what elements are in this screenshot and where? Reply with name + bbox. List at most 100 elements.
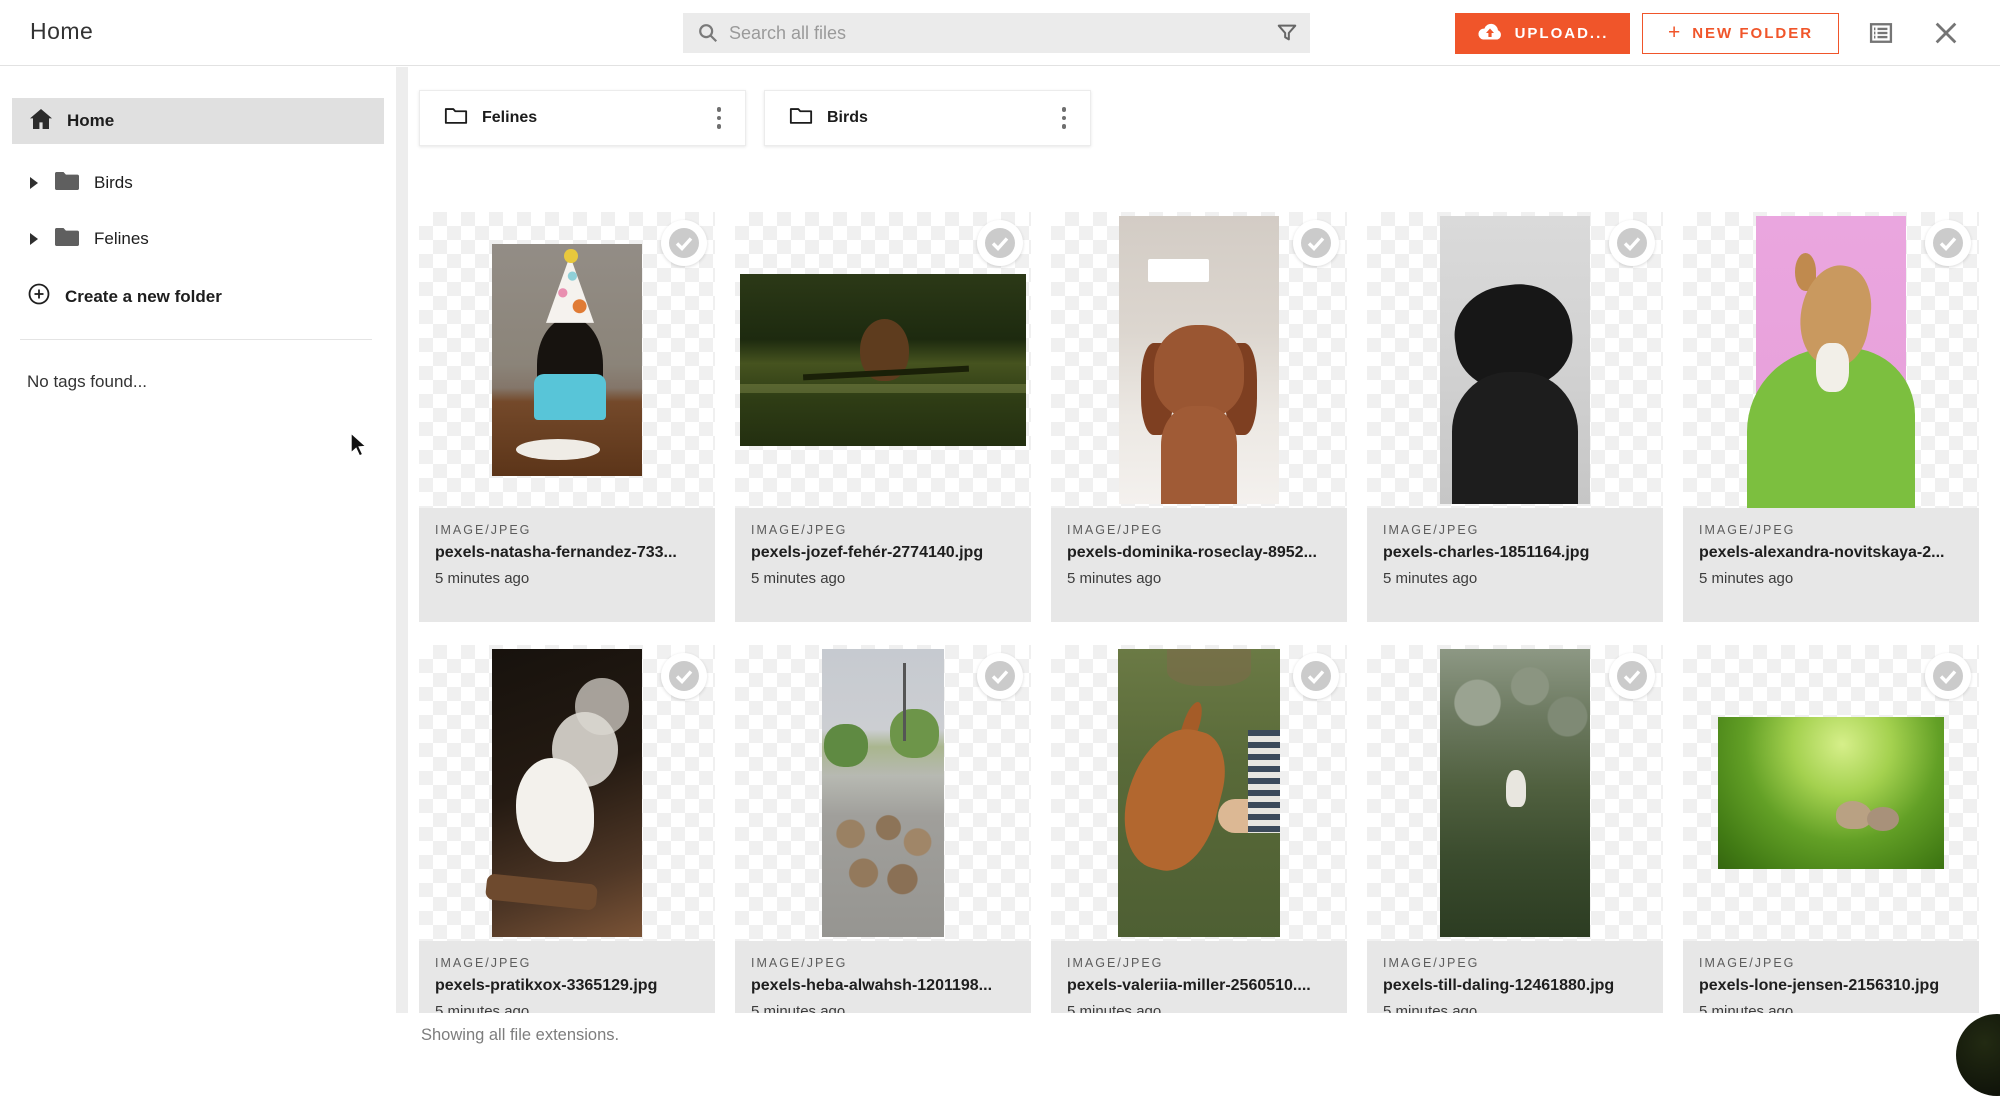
file-thumbnail: [1051, 645, 1347, 941]
file-time: 5 minutes ago: [1699, 570, 1963, 587]
sidebar: Home Birds Felines Create a new folder N…: [0, 67, 396, 1058]
file-type: IMAGE/JPEG: [435, 956, 699, 970]
file-type: IMAGE/JPEG: [435, 523, 699, 537]
kebab-menu-icon[interactable]: [1056, 101, 1073, 135]
file-name: pexels-alexandra-novitskaya-2...: [1699, 544, 1963, 562]
file-time: 5 minutes ago: [1067, 570, 1331, 587]
kebab-menu-icon[interactable]: [711, 101, 728, 135]
no-tags-message: No tags found...: [27, 372, 396, 392]
file-thumbnail: [735, 212, 1031, 508]
folder-name: Birds: [827, 109, 1042, 127]
file-meta: IMAGE/JPEG pexels-natasha-fernandez-733.…: [419, 508, 715, 622]
file-name: pexels-jozef-fehér-2774140.jpg: [751, 544, 1015, 562]
file-name: pexels-pratikxox-3365129.jpg: [435, 977, 699, 995]
folder-chip-row: Felines Birds: [419, 90, 2000, 146]
file-card[interactable]: IMAGE/JPEG pexels-heba-alwahsh-1201198..…: [735, 645, 1031, 1055]
sidebar-divider: [20, 339, 372, 340]
search-input[interactable]: [729, 13, 1229, 53]
file-name: pexels-heba-alwahsh-1201198...: [751, 977, 1015, 995]
file-type: IMAGE/JPEG: [1383, 523, 1647, 537]
file-thumbnail: [419, 212, 715, 508]
file-thumbnail: [1683, 645, 1979, 941]
check-circle-icon[interactable]: [1925, 220, 1971, 266]
file-type: IMAGE/JPEG: [1067, 956, 1331, 970]
page-title: Home: [30, 18, 93, 45]
cloud-upload-icon: [1477, 22, 1503, 46]
status-bar: Showing all file extensions.: [396, 1013, 2000, 1058]
file-meta: IMAGE/JPEG pexels-charles-1851164.jpg 5 …: [1367, 508, 1663, 622]
check-circle-icon[interactable]: [1609, 220, 1655, 266]
new-folder-button-label: NEW FOLDER: [1692, 25, 1813, 42]
file-card[interactable]: IMAGE/JPEG pexels-jozef-fehér-2774140.jp…: [735, 212, 1031, 622]
file-meta: IMAGE/JPEG pexels-jozef-fehér-2774140.jp…: [735, 508, 1031, 622]
file-card[interactable]: IMAGE/JPEG pexels-lone-jensen-2156310.jp…: [1683, 645, 1979, 1055]
create-folder-label: Create a new folder: [65, 287, 222, 307]
file-time: 5 minutes ago: [1383, 570, 1647, 587]
file-card[interactable]: IMAGE/JPEG pexels-natasha-fernandez-733.…: [419, 212, 715, 622]
search-box[interactable]: [683, 13, 1310, 53]
file-card[interactable]: IMAGE/JPEG pexels-charles-1851164.jpg 5 …: [1367, 212, 1663, 622]
file-card[interactable]: IMAGE/JPEG pexels-dominika-roseclay-8952…: [1051, 212, 1347, 622]
file-name: pexels-charles-1851164.jpg: [1383, 544, 1647, 562]
file-name: pexels-dominika-roseclay-8952...: [1067, 544, 1331, 562]
check-circle-icon[interactable]: [661, 653, 707, 699]
check-circle-icon[interactable]: [1925, 653, 1971, 699]
file-name: pexels-valeriia-miller-2560510....: [1067, 977, 1331, 995]
file-type: IMAGE/JPEG: [1067, 523, 1331, 537]
check-circle-icon[interactable]: [661, 220, 707, 266]
caret-right-icon[interactable]: [30, 177, 38, 189]
status-text: Showing all file extensions.: [421, 1026, 619, 1045]
home-icon: [29, 108, 53, 135]
file-name: pexels-natasha-fernandez-733...: [435, 544, 699, 562]
file-card[interactable]: IMAGE/JPEG pexels-valeriia-miller-256051…: [1051, 645, 1347, 1055]
file-time: 5 minutes ago: [751, 570, 1015, 587]
filter-funnel-icon[interactable]: [1276, 22, 1298, 49]
caret-right-icon[interactable]: [30, 233, 38, 245]
sidebar-right-rule: [396, 67, 408, 1013]
folder-icon: [54, 171, 80, 196]
new-folder-button[interactable]: + NEW FOLDER: [1642, 13, 1839, 54]
file-thumbnail: [419, 645, 715, 941]
file-thumbnail: [1367, 645, 1663, 941]
plus-circle-icon: [27, 282, 51, 311]
file-meta: IMAGE/JPEG pexels-dominika-roseclay-8952…: [1051, 508, 1347, 622]
file-name: pexels-lone-jensen-2156310.jpg: [1699, 977, 1963, 995]
upload-button[interactable]: UPLOAD...: [1455, 13, 1630, 54]
search-icon: [697, 22, 719, 49]
file-name: pexels-till-daling-12461880.jpg: [1383, 977, 1647, 995]
file-type: IMAGE/JPEG: [1383, 956, 1647, 970]
sidebar-item-felines[interactable]: Felines: [30, 222, 396, 256]
check-circle-icon[interactable]: [977, 220, 1023, 266]
folder-name: Felines: [482, 109, 697, 127]
file-card[interactable]: IMAGE/JPEG pexels-till-daling-12461880.j…: [1367, 645, 1663, 1055]
create-new-folder-button[interactable]: Create a new folder: [27, 282, 396, 311]
folder-card-birds[interactable]: Birds: [764, 90, 1091, 146]
check-circle-icon[interactable]: [1293, 220, 1339, 266]
file-type: IMAGE/JPEG: [751, 523, 1015, 537]
list-view-icon[interactable]: [1866, 19, 1896, 52]
file-type: IMAGE/JPEG: [1699, 523, 1963, 537]
file-type: IMAGE/JPEG: [751, 956, 1015, 970]
sidebar-item-label: Birds: [94, 173, 133, 193]
main-content: Felines Birds IMAGE/JPEG pexe: [408, 67, 2000, 1058]
file-thumbnail: [1683, 212, 1979, 508]
file-thumbnail: [1367, 212, 1663, 508]
file-card[interactable]: IMAGE/JPEG pexels-pratikxox-3365129.jpg …: [419, 645, 715, 1055]
sidebar-item-birds[interactable]: Birds: [30, 166, 396, 200]
file-thumbnail: [1051, 212, 1347, 508]
check-circle-icon[interactable]: [1609, 653, 1655, 699]
sidebar-item-home[interactable]: Home: [12, 98, 384, 144]
folder-outline-icon: [789, 106, 813, 130]
file-grid: IMAGE/JPEG pexels-natasha-fernandez-733.…: [419, 212, 2000, 1055]
sidebar-item-label: Felines: [94, 229, 149, 249]
file-meta: IMAGE/JPEG pexels-alexandra-novitskaya-2…: [1683, 508, 1979, 622]
file-thumbnail: [735, 645, 1031, 941]
plus-icon: +: [1668, 21, 1682, 45]
check-circle-icon[interactable]: [1293, 653, 1339, 699]
folder-card-felines[interactable]: Felines: [419, 90, 746, 146]
file-card[interactable]: IMAGE/JPEG pexels-alexandra-novitskaya-2…: [1683, 212, 1979, 622]
upload-button-label: UPLOAD...: [1515, 25, 1609, 42]
check-circle-icon[interactable]: [977, 653, 1023, 699]
top-bar: Home UPLOAD... + NEW FOLDER: [0, 0, 2000, 66]
close-icon[interactable]: [1932, 19, 1960, 52]
